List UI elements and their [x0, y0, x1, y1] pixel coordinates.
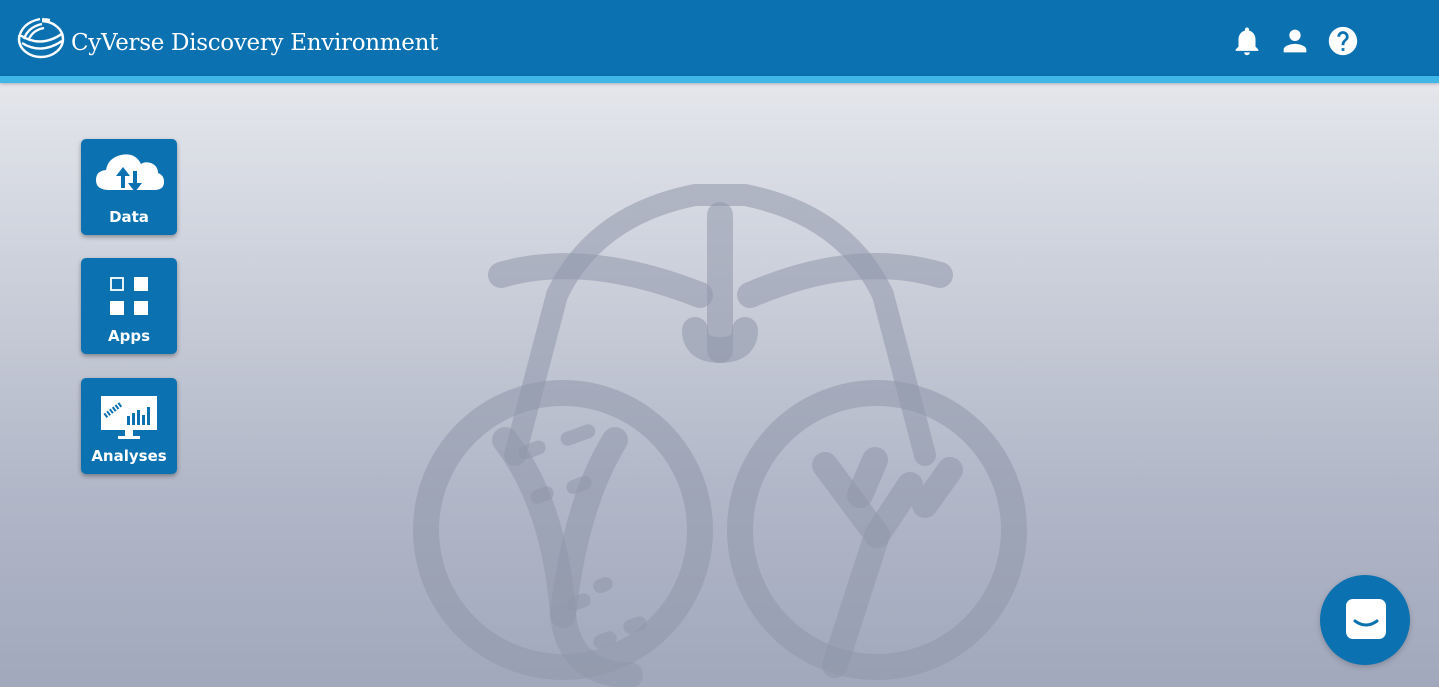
chat-launcher-button[interactable]	[1320, 575, 1410, 665]
cloud-upload-download-icon	[96, 154, 164, 192]
help-icon[interactable]	[1326, 24, 1360, 58]
app-title: CyVerse Discovery Environment	[71, 30, 439, 56]
nav-tile-apps-label: Apps	[107, 327, 150, 345]
notifications-bell-icon[interactable]	[1230, 24, 1264, 58]
apps-grid-icon	[110, 277, 148, 315]
chat-smile-icon	[1346, 599, 1386, 639]
nav-tile-data-label: Data	[109, 208, 149, 226]
analyses-monitor-icon	[101, 396, 157, 439]
header-accent-bar	[0, 76, 1439, 83]
cyverse-logo-icon[interactable]	[16, 15, 66, 59]
nav-tile-apps[interactable]: Apps	[81, 258, 177, 354]
app-header: CyVerse Discovery Environment	[0, 0, 1439, 76]
nav-tile-data[interactable]: Data	[81, 139, 177, 235]
nav-tile-analyses-label: Analyses	[91, 447, 167, 465]
user-account-icon[interactable]	[1278, 24, 1312, 58]
nav-tile-analyses[interactable]: Analyses	[81, 378, 177, 474]
cyverse-emblem-watermark-icon	[413, 184, 1027, 687]
desktop: CyVerse Discovery Environment Data Apps …	[0, 0, 1439, 687]
